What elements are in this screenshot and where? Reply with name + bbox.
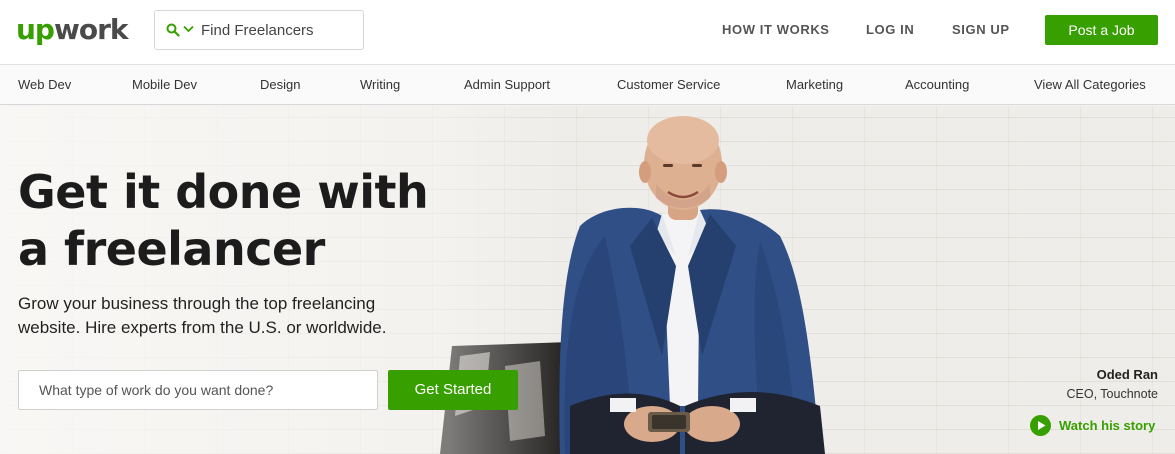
search-icon[interactable] bbox=[166, 23, 180, 37]
sign-up-link[interactable]: SIGN UP bbox=[952, 22, 1010, 37]
category-nav: Web Dev Mobile Dev Design Writing Admin … bbox=[0, 64, 1175, 105]
top-header: upwork Find Freelancers HOW IT WORKS LOG… bbox=[0, 0, 1175, 64]
log-in-link[interactable]: LOG IN bbox=[866, 22, 914, 37]
post-a-job-button[interactable]: Post a Job bbox=[1045, 15, 1158, 45]
category-writing[interactable]: Writing bbox=[360, 77, 400, 92]
category-design[interactable]: Design bbox=[260, 77, 300, 92]
subtitle-line-2: website. Hire experts from the U.S. or w… bbox=[18, 318, 387, 337]
category-view-all[interactable]: View All Categories bbox=[1034, 77, 1146, 92]
category-marketing[interactable]: Marketing bbox=[786, 77, 843, 92]
hero-section: Get it done with a freelancer Grow your … bbox=[0, 106, 1175, 454]
play-icon[interactable] bbox=[1030, 415, 1051, 436]
how-it-works-link[interactable]: HOW IT WORKS bbox=[722, 22, 830, 37]
featured-person-name: Oded Ran bbox=[1096, 367, 1158, 382]
headline-line-1: Get it done with bbox=[18, 165, 429, 219]
hero-headline: Get it done with a freelancer bbox=[18, 164, 488, 278]
chevron-down-icon[interactable] bbox=[183, 25, 194, 33]
category-mobile-dev[interactable]: Mobile Dev bbox=[132, 77, 197, 92]
get-started-button[interactable]: Get Started bbox=[388, 370, 518, 410]
find-freelancers-search[interactable]: Find Freelancers bbox=[154, 10, 364, 50]
upwork-logo[interactable]: upwork bbox=[16, 13, 129, 47]
hero-subtitle: Grow your business through the top freel… bbox=[18, 292, 448, 340]
category-customer-service[interactable]: Customer Service bbox=[617, 77, 720, 92]
headline-line-2: a freelancer bbox=[18, 222, 325, 276]
search-placeholder[interactable]: Find Freelancers bbox=[201, 22, 314, 39]
work-type-input[interactable] bbox=[18, 370, 378, 410]
featured-person-title: CEO, Touchnote bbox=[1066, 387, 1159, 401]
category-web-dev[interactable]: Web Dev bbox=[18, 77, 71, 92]
category-accounting[interactable]: Accounting bbox=[905, 77, 969, 92]
category-admin-support[interactable]: Admin Support bbox=[464, 77, 550, 92]
subtitle-line-1: Grow your business through the top freel… bbox=[18, 294, 376, 313]
watch-story-label[interactable]: Watch his story bbox=[1059, 418, 1155, 433]
